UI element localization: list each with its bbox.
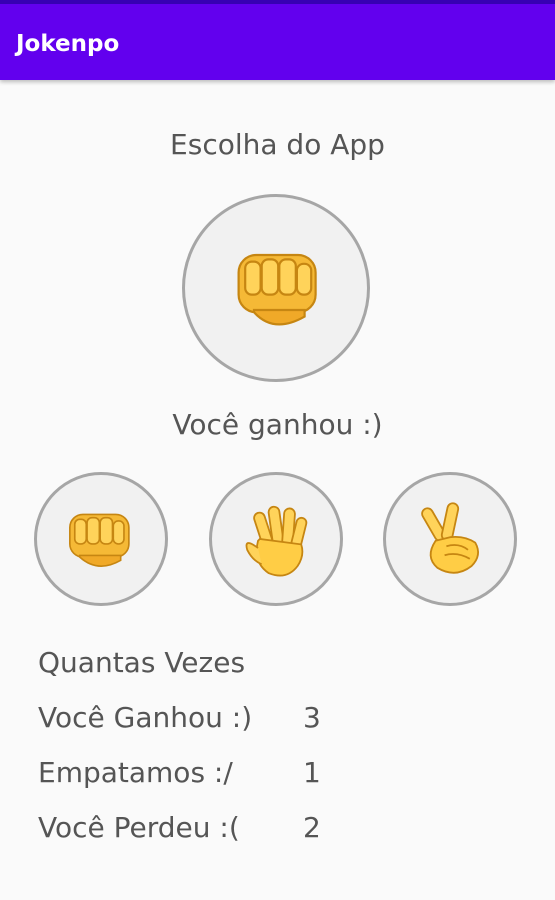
result-text: Você ganhou :) — [172, 408, 383, 441]
stats-label-wins: Você Ganhou :) — [38, 701, 253, 734]
stats-label-losses: Você Perdeu :( — [38, 811, 240, 844]
stats-value-ties: 1 — [303, 756, 321, 789]
app-choice-display — [182, 194, 370, 382]
app-choice-title: Escolha do App — [170, 128, 385, 161]
fist-icon — [237, 253, 317, 326]
rock-option-button[interactable] — [34, 472, 168, 606]
fist-icon — [69, 513, 130, 567]
stats-value-losses: 2 — [303, 811, 321, 844]
scissors-option-button[interactable] — [383, 472, 517, 606]
paper-option-button[interactable] — [209, 472, 343, 606]
stats-value-wins: 3 — [303, 701, 321, 734]
status-strip — [0, 0, 555, 4]
stats-label-ties: Empatamos :/ — [38, 756, 233, 789]
stats-header: Quantas Vezes — [38, 646, 246, 679]
app-bar: Jokenpo — [0, 0, 555, 80]
victory-hand-icon — [421, 502, 479, 574]
hand-icon — [245, 505, 308, 577]
app-title: Jokenpo — [16, 31, 120, 57]
